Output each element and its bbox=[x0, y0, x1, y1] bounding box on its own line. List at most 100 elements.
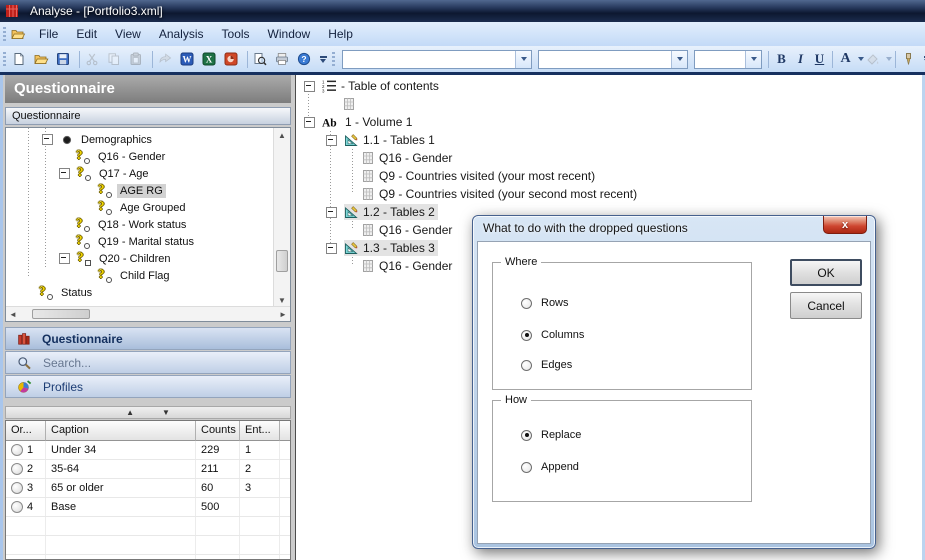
tree-item-label[interactable]: Q16 - Gender bbox=[95, 150, 168, 164]
toc-item[interactable]: 1.3 - Tables 3 bbox=[344, 240, 438, 256]
tree-item-label[interactable]: AGE RG bbox=[117, 184, 166, 198]
scroll-down-icon[interactable]: ▼ bbox=[275, 293, 289, 307]
expander-minus-icon[interactable] bbox=[59, 168, 70, 179]
hscroll-thumb[interactable] bbox=[32, 309, 90, 319]
toc-item[interactable]: Q9 - Countries visited (your most recent… bbox=[361, 168, 598, 184]
tree-item-label[interactable]: Child Flag bbox=[117, 269, 173, 283]
panel-splitter[interactable]: ▲ ▼ bbox=[5, 406, 291, 419]
save-button[interactable] bbox=[54, 48, 76, 70]
powerpoint-button[interactable] bbox=[222, 48, 244, 70]
expander-minus-icon[interactable] bbox=[59, 253, 70, 264]
tree-vertical-scrollbar[interactable]: ▲ ▼ bbox=[273, 128, 290, 307]
menu-file[interactable]: File bbox=[30, 24, 67, 44]
nav-questionnaire[interactable]: Questionnaire bbox=[5, 327, 291, 350]
toc-item-label[interactable]: 1.3 - Tables 3 bbox=[363, 241, 435, 255]
format-painter-button[interactable] bbox=[899, 48, 921, 70]
copy-button[interactable] bbox=[105, 48, 127, 70]
toc-item-label[interactable]: Q16 - Gender bbox=[379, 259, 452, 273]
toc-item-label[interactable]: Q16 - Gender bbox=[379, 151, 452, 165]
radio-icon[interactable] bbox=[521, 430, 532, 441]
splitter-up-icon[interactable]: ▲ bbox=[126, 408, 134, 417]
radio-replace[interactable]: Replace bbox=[521, 429, 581, 441]
menu-analysis[interactable]: Analysis bbox=[150, 24, 213, 44]
toc-item[interactable]: Q16 - Gender bbox=[361, 258, 455, 274]
scroll-right-icon[interactable]: ► bbox=[276, 307, 290, 321]
column-header[interactable]: Caption bbox=[46, 421, 196, 441]
menu-view[interactable]: View bbox=[106, 24, 150, 44]
table-row[interactable]: 4Base500 bbox=[6, 498, 290, 517]
radio-icon[interactable] bbox=[521, 462, 532, 473]
radio-icon[interactable] bbox=[521, 298, 532, 309]
expander-minus-icon[interactable] bbox=[326, 135, 337, 146]
expander-minus-icon[interactable] bbox=[326, 243, 337, 254]
table-row[interactable] bbox=[6, 536, 290, 555]
row-radio[interactable] bbox=[11, 482, 23, 494]
chevron-down-icon[interactable] bbox=[671, 51, 687, 68]
scroll-up-icon[interactable]: ▲ bbox=[275, 128, 289, 142]
expander-minus-icon[interactable] bbox=[326, 207, 337, 218]
mdi-document-icon[interactable] bbox=[10, 27, 26, 41]
toolbar-grip-handle[interactable] bbox=[3, 52, 6, 67]
close-icon[interactable]: x bbox=[823, 216, 867, 234]
table-row[interactable]: 235-642112 bbox=[6, 460, 290, 479]
expander-minus-icon[interactable] bbox=[304, 117, 315, 128]
radio-icon[interactable] bbox=[521, 360, 532, 371]
bold-button[interactable]: B bbox=[772, 49, 791, 69]
toolbar-overflow-button[interactable] bbox=[317, 48, 329, 70]
row-radio[interactable] bbox=[11, 463, 23, 475]
chevron-down-icon[interactable] bbox=[515, 51, 531, 68]
column-header[interactable]: Counts bbox=[196, 421, 240, 441]
radio-edges[interactable]: Edges bbox=[521, 359, 572, 371]
tree-item-label[interactable]: Q17 - Age bbox=[96, 167, 152, 181]
vscroll-thumb[interactable] bbox=[276, 250, 288, 272]
underline-button[interactable]: U bbox=[810, 49, 829, 69]
nav-profiles[interactable]: Profiles bbox=[5, 375, 291, 398]
expander-minus-icon[interactable] bbox=[304, 81, 315, 92]
cut-button[interactable] bbox=[83, 48, 105, 70]
menubar-grip-handle[interactable] bbox=[3, 27, 6, 42]
chevron-down-icon[interactable] bbox=[745, 51, 761, 68]
radio-rows[interactable]: Rows bbox=[521, 297, 569, 309]
tree-item-label[interactable]: Demographics bbox=[78, 133, 155, 147]
fill-color-button[interactable] bbox=[864, 48, 886, 70]
column-header[interactable]: Or... bbox=[6, 421, 46, 441]
toc-item-label[interactable]: - Table of contents bbox=[341, 79, 439, 93]
toolbar-combo-3[interactable] bbox=[694, 50, 762, 69]
row-radio[interactable] bbox=[11, 444, 23, 456]
table-row[interactable] bbox=[6, 555, 290, 560]
new-document-button[interactable] bbox=[10, 48, 32, 70]
format-overflow-button[interactable] bbox=[921, 48, 925, 70]
table-row[interactable] bbox=[6, 517, 290, 536]
toc-item-label[interactable]: 1.1 - Tables 1 bbox=[363, 133, 435, 147]
table-row[interactable]: 365 or older603 bbox=[6, 479, 290, 498]
toc-item[interactable]: Q16 - Gender bbox=[361, 222, 455, 238]
word-button[interactable]: W bbox=[178, 48, 200, 70]
open-button[interactable] bbox=[32, 48, 54, 70]
tree-item-label[interactable]: Status bbox=[58, 286, 95, 300]
scroll-left-icon[interactable]: ◄ bbox=[6, 307, 20, 321]
toc-item-label[interactable]: Q9 - Countries visited (your most recent… bbox=[379, 169, 595, 183]
tree-item-label[interactable]: Q18 - Work status bbox=[95, 218, 189, 232]
toolbar-combo-2[interactable] bbox=[538, 50, 688, 69]
radio-columns[interactable]: Columns bbox=[521, 329, 584, 341]
print-preview-button[interactable] bbox=[251, 48, 273, 70]
toc-item[interactable]: Q9 - Countries visited (your second most… bbox=[361, 186, 640, 202]
cancel-button[interactable]: Cancel bbox=[790, 292, 862, 319]
ok-button[interactable]: OK bbox=[790, 259, 862, 286]
splitter-down-icon[interactable]: ▼ bbox=[162, 408, 170, 417]
toc-item-label[interactable]: 1.2 - Tables 2 bbox=[363, 205, 435, 219]
expander-minus-icon[interactable] bbox=[42, 134, 53, 145]
print-button[interactable] bbox=[273, 48, 295, 70]
export-button[interactable] bbox=[156, 48, 178, 70]
toc-item[interactable]: 123 - Table of contents bbox=[322, 78, 442, 94]
italic-button[interactable]: I bbox=[791, 49, 810, 69]
toolbar-combo-1[interactable] bbox=[342, 50, 532, 69]
toc-item[interactable]: Ab1 - Volume 1 bbox=[322, 114, 415, 130]
toc-item-label[interactable]: Q16 - Gender bbox=[379, 223, 452, 237]
toolbar2-grip-handle[interactable] bbox=[332, 52, 335, 67]
paste-button[interactable] bbox=[127, 48, 149, 70]
toc-item[interactable]: 1.2 - Tables 2 bbox=[344, 204, 438, 220]
menu-help[interactable]: Help bbox=[319, 24, 362, 44]
menu-tools[interactable]: Tools bbox=[213, 24, 259, 44]
font-color-button[interactable]: A bbox=[836, 49, 855, 69]
